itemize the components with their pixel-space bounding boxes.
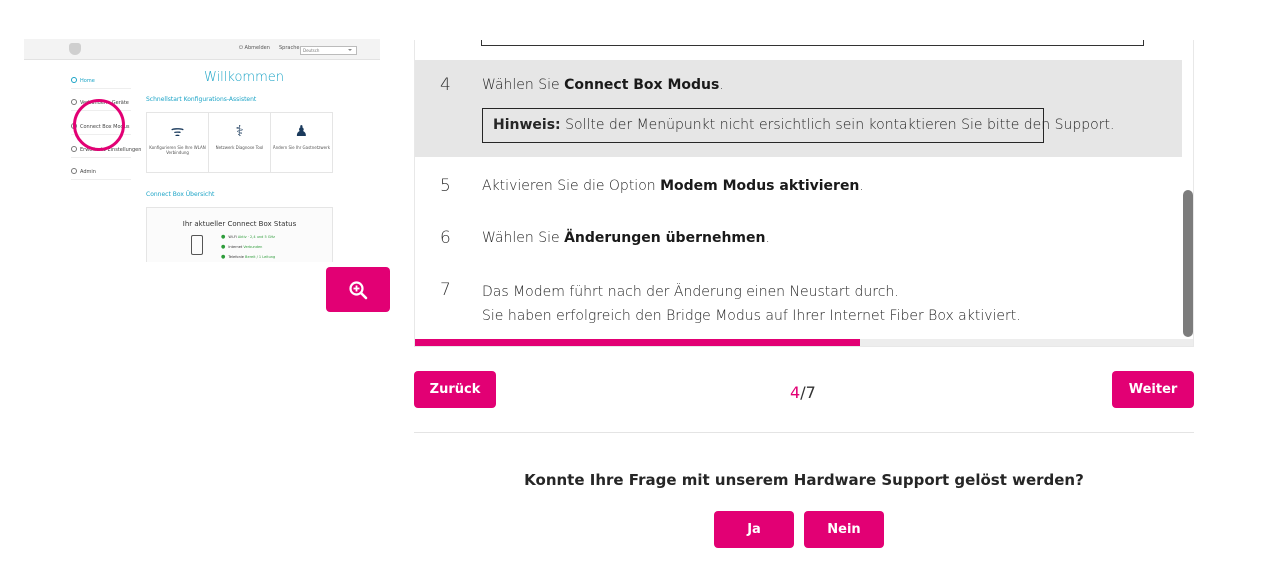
internet-status-icon: ●: [221, 244, 226, 250]
step-text: Das Modem führt nach der Änderung einen …: [482, 284, 1021, 324]
step-pager: 4/7: [790, 383, 816, 402]
zoom-in-icon: [349, 280, 368, 299]
router-card-wlan: ᯤ Konfigurieren Sie Ihre WLAN Verbindung: [147, 113, 209, 172]
back-button[interactable]: Zurück: [414, 371, 496, 408]
hint-box: Hinweis: Sollte der Menüpunkt nicht ersi…: [482, 108, 1114, 143]
devices-icon: [71, 99, 77, 105]
wifi-status-icon: ●: [221, 234, 226, 240]
pager-current: 4: [790, 383, 801, 402]
router-ui-header: ⏻ Abmelden Sprache Deutsch: [24, 39, 380, 60]
step-text: Wählen Sie Connect Box Modus.: [482, 77, 724, 93]
step-6: 6 Wählen Sie Änderungen übernehmen.: [415, 213, 1182, 259]
no-button[interactable]: Nein: [804, 511, 884, 548]
router-nav-home: Home: [71, 76, 131, 89]
router-logo-icon: [69, 43, 81, 55]
zoom-button[interactable]: [326, 267, 390, 312]
step-number: 5: [440, 176, 451, 196]
router-device-icon: [191, 235, 203, 255]
router-status-phone: ● Telefonie Bereit / 1 Leitung: [221, 254, 276, 260]
router-quickstart-cards: ᯤ Konfigurieren Sie Ihre WLAN Verbindung …: [146, 112, 333, 173]
router-language-label: Sprache: [279, 45, 300, 51]
step-number: 4: [440, 75, 451, 95]
step-number: 6: [440, 228, 451, 248]
home-icon: [71, 77, 77, 83]
router-card-guest: ♟ Ändern Sie Ihr Gastnetzwerk: [272, 122, 331, 150]
steps-panel: 4 Wählen Sie Connect Box Modus. Hinweis:…: [414, 40, 1194, 347]
router-card-diagnose: ⚕ Netzwerk Diagnose Tool: [209, 113, 271, 172]
step-text: Wählen Sie Änderungen übernehmen.: [482, 230, 770, 246]
highlight-circle: [73, 99, 125, 151]
router-status-internet: ● Internet Verbunden: [221, 244, 263, 250]
router-overview-heading: Connect Box Übersicht: [146, 191, 215, 198]
router-status-card: Ihr aktueller Connect Box Status ● Wi-Fi …: [146, 207, 333, 262]
step-4: 4 Wählen Sie Connect Box Modus. Hinweis:…: [415, 60, 1182, 157]
guest-network-icon: ♟: [294, 122, 309, 140]
yes-button[interactable]: Ja: [714, 511, 794, 548]
previous-hint-box: [481, 40, 1144, 46]
router-ui-screenshot: ⏻ Abmelden Sprache Deutsch Home Verbunde…: [24, 39, 380, 262]
step-number: 7: [440, 280, 451, 300]
divider: [414, 432, 1194, 433]
wifi-icon: ᯤ: [170, 122, 185, 140]
router-welcome-title: Willkommen: [204, 70, 284, 85]
pager-total: 7: [805, 383, 816, 402]
phone-status-icon: ●: [221, 254, 226, 260]
step-5: 5 Aktivieren Sie die Option Modem Modus …: [415, 161, 1182, 207]
router-nav-admin: Admin: [71, 167, 131, 180]
step-7: 7 Das Modem führt nach der Änderung eine…: [415, 265, 1182, 331]
progress-bar: [415, 339, 1193, 346]
router-language-select: Deutsch: [300, 46, 357, 55]
router-logout-link: ⏻ Abmelden: [239, 45, 270, 51]
stethoscope-icon: ⚕: [235, 122, 244, 140]
router-status-wifi: ● Wi-Fi Aktiv · 2,4 und 5 GHz: [221, 234, 276, 240]
scrollbar-thumb[interactable]: [1183, 190, 1193, 337]
settings-icon: [71, 146, 77, 152]
step-text: Aktivieren Sie die Option Modem Modus ak…: [482, 178, 864, 194]
next-button[interactable]: Weiter: [1112, 371, 1194, 408]
progress-fill: [415, 339, 861, 346]
feedback-question: Konnte Ihre Frage mit unserem Hardware S…: [524, 471, 1084, 489]
router-status-title: Ihr aktueller Connect Box Status: [182, 220, 297, 228]
router-quickstart-heading: Schnellstart Konfigurations-Assistent: [146, 96, 257, 103]
admin-icon: [71, 168, 77, 174]
